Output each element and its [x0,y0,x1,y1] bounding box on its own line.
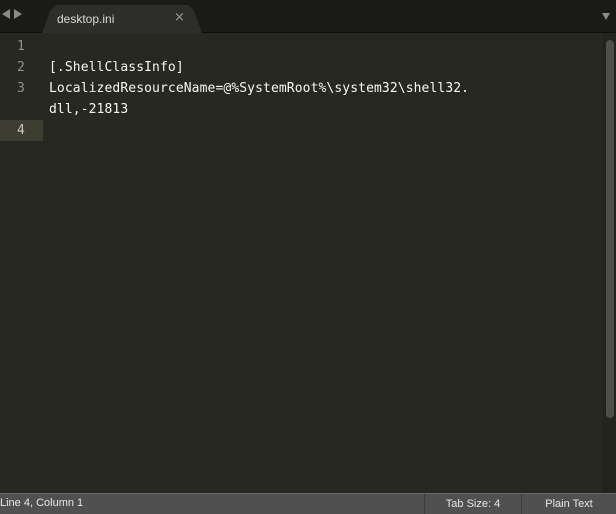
vertical-scrollbar[interactable] [603,33,616,493]
tab-bar: desktop.ini × [0,0,616,33]
tab-navigation [2,9,22,19]
tab-size-selector[interactable]: Tab Size: 4 [425,494,521,514]
chevron-down-icon[interactable] [602,13,610,20]
code-line-wrapped: dll,-21813 [49,102,129,117]
syntax-selector[interactable]: Plain Text [522,494,616,514]
chevron-right-icon[interactable] [14,9,22,19]
cursor-position: Line 4, Column 1 [0,497,84,509]
line-number: 2 [17,60,25,75]
gutter: 1 2 3 4 [0,33,43,493]
line-number: 1 [17,39,25,54]
tab-label: desktop.ini [57,12,115,26]
line-number-current: 4 [0,120,43,141]
tab-desktop-ini[interactable]: desktop.ini × [42,5,202,33]
chevron-left-icon[interactable] [2,9,10,19]
line-number [0,99,43,120]
code-line: LocalizedResourceName=@%SystemRoot%\syst… [49,81,470,96]
close-icon[interactable]: × [174,10,185,25]
scrollbar-thumb[interactable] [606,40,614,418]
editor[interactable]: 1 2 3 4 [.ShellClassInfo] LocalizedResou… [0,33,616,493]
code-line: [.ShellClassInfo] [49,60,184,75]
line-number: 3 [17,81,25,96]
status-bar: Line 4, Column 1 Tab Size: 4 Plain Text [0,493,616,514]
